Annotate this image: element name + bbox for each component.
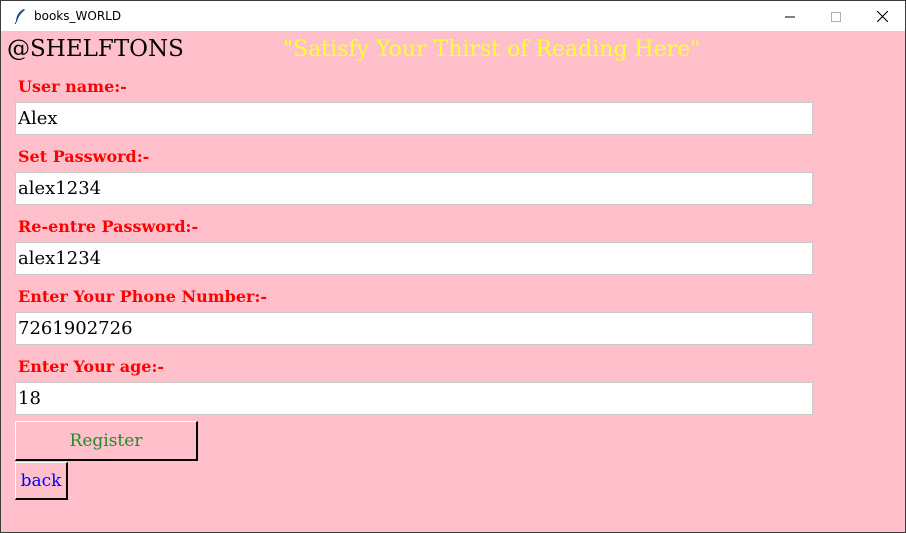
- username-input[interactable]: [15, 102, 813, 135]
- minimize-icon: [785, 7, 795, 26]
- feather-icon: [13, 8, 27, 25]
- app-window: books_WORLD @SHELFTONS "Satisfy Your Thi…: [0, 0, 906, 533]
- title-bar[interactable]: books_WORLD: [1, 1, 905, 31]
- brand-title: @SHELFTONS: [7, 36, 184, 62]
- maximize-button[interactable]: [813, 1, 859, 31]
- set-password-label: Set Password:-: [18, 147, 150, 166]
- age-input[interactable]: [15, 382, 813, 415]
- minimize-button[interactable]: [767, 1, 813, 31]
- back-button[interactable]: back: [15, 462, 68, 500]
- reenter-password-input[interactable]: [15, 242, 813, 275]
- phone-number-input[interactable]: [15, 312, 813, 345]
- close-button[interactable]: [859, 1, 905, 31]
- username-label: User name:-: [18, 77, 127, 96]
- register-button[interactable]: Register: [15, 421, 198, 461]
- reenter-password-label: Re-entre Password:-: [18, 217, 199, 236]
- tagline: "Satisfy Your Thirst of Reading Here": [283, 37, 701, 62]
- set-password-input[interactable]: [15, 172, 813, 205]
- window-title: books_WORLD: [34, 9, 122, 23]
- registration-panel: @SHELFTONS "Satisfy Your Thirst of Readi…: [1, 31, 905, 532]
- age-label: Enter Your age:-: [18, 357, 165, 376]
- maximize-icon: [831, 7, 841, 26]
- phone-number-label: Enter Your Phone Number:-: [18, 287, 267, 306]
- close-icon: [876, 7, 888, 26]
